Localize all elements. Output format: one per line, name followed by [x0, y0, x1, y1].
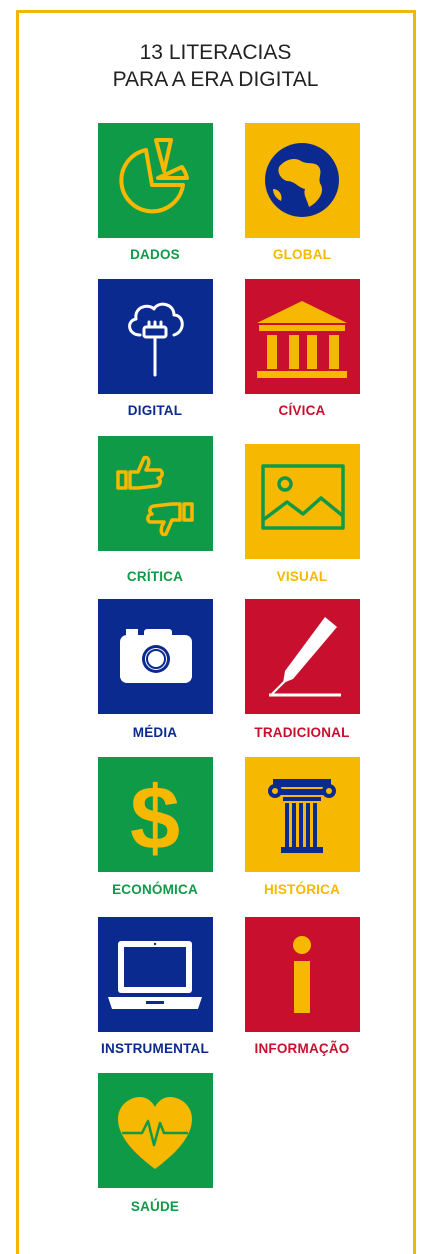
laptop-icon	[108, 941, 202, 1009]
label-media: MÉDIA	[132, 725, 178, 740]
label-visual: VISUAL	[276, 569, 328, 584]
tile-digital[interactable]	[98, 279, 213, 394]
label-digital: DIGITAL	[127, 403, 183, 418]
tile-critica[interactable]	[98, 436, 213, 551]
tile-visual[interactable]	[245, 444, 360, 559]
label-global: GLOBAL	[272, 247, 332, 262]
globe-icon	[265, 143, 339, 217]
heart-pulse-icon	[118, 1097, 192, 1169]
cloud-plug-icon	[128, 302, 184, 377]
tile-civica[interactable]	[245, 279, 360, 394]
image-icon	[261, 464, 345, 530]
tile-tradicional[interactable]	[245, 599, 360, 714]
tile-dados[interactable]	[98, 123, 213, 238]
government-building-icon	[257, 301, 347, 378]
dollar-icon: $	[130, 769, 180, 869]
label-civica: CÍVICA	[278, 403, 326, 418]
label-historica: HISTÓRICA	[263, 882, 341, 897]
tile-global[interactable]	[245, 123, 360, 238]
label-informacao: INFORMAÇÃO	[254, 1041, 350, 1056]
label-tradicional: TRADICIONAL	[254, 725, 350, 740]
page-subtitle: PARA A ERA DIGITAL	[112, 68, 319, 91]
tile-historica[interactable]	[245, 757, 360, 872]
label-saude: SAÚDE	[130, 1199, 180, 1214]
label-economica: ECONÓMICA	[112, 882, 198, 897]
column-icon	[268, 779, 336, 853]
tile-economica[interactable]: $	[98, 757, 213, 872]
label-critica: CRÍTICA	[126, 569, 184, 584]
camera-icon	[120, 629, 192, 683]
tile-media[interactable]	[98, 599, 213, 714]
tile-saude[interactable]	[98, 1073, 213, 1188]
label-instrumental: INSTRUMENTAL	[101, 1041, 209, 1056]
tile-instrumental[interactable]	[98, 917, 213, 1032]
svg-text:$: $	[130, 769, 180, 869]
pie-chart-icon	[119, 138, 189, 214]
info-icon	[293, 936, 311, 1013]
label-dados: DADOS	[130, 247, 180, 262]
tile-informacao[interactable]	[245, 917, 360, 1032]
pen-icon	[269, 617, 341, 697]
page-title: 13 LITERACIAS	[139, 41, 292, 64]
thumbs-up-down-icon	[116, 455, 194, 537]
